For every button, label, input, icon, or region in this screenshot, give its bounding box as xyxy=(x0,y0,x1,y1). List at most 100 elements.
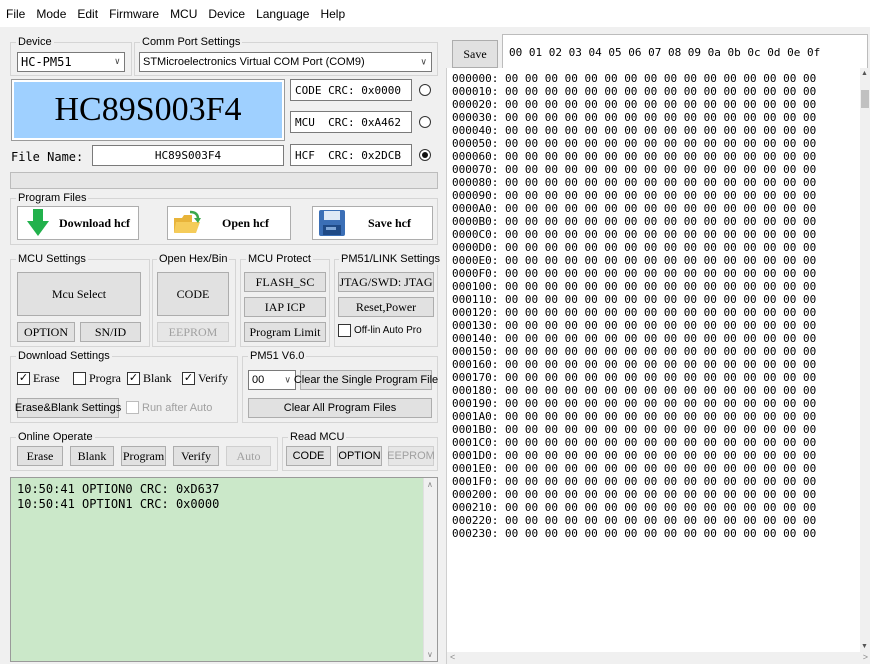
check-icon: ✓ xyxy=(182,372,195,385)
reset-power-button[interactable]: Reset,Power xyxy=(338,297,434,317)
log-scrollbar[interactable]: ∧ ∨ xyxy=(423,478,437,661)
verify-checkbox[interactable]: ✓ Verify xyxy=(182,371,228,386)
hex-save-button[interactable]: Save xyxy=(452,40,498,68)
hex-bytes: 00 00 00 00 00 00 00 00 00 00 00 00 00 0… xyxy=(498,449,817,462)
read-eeprom-button[interactable]: EEPROM xyxy=(387,446,435,466)
flash-sc-button[interactable]: FLASH_SC xyxy=(244,272,326,292)
comm-port-select[interactable]: STMicroelectronics Virtual COM Port (COM… xyxy=(139,52,432,72)
program-checkbox[interactable]: Progra xyxy=(73,371,121,386)
program-slot-select[interactable]: 00 ∨ xyxy=(248,370,296,390)
hex-address: 000010: xyxy=(452,85,499,98)
mcu-crc-box: MCU CRC: 0xA462 xyxy=(290,111,412,133)
code-crc-radio[interactable] xyxy=(419,84,431,96)
verify-checkbox-label: Verify xyxy=(198,371,228,385)
menu-mcu[interactable]: MCU xyxy=(170,7,197,21)
hex-address: 000120: xyxy=(452,306,499,319)
menu-help[interactable]: Help xyxy=(320,7,345,21)
hex-address: 0001D0: xyxy=(452,449,499,462)
online-blank-button[interactable]: Blank xyxy=(70,446,114,466)
device-select[interactable]: HC-PM51 ∨ xyxy=(17,52,125,72)
download-settings-label: Download Settings xyxy=(16,350,112,362)
hex-address: 000110: xyxy=(452,293,499,306)
menu-edit[interactable]: Edit xyxy=(77,7,98,21)
program-limit-button[interactable]: Program Limit xyxy=(244,322,326,342)
hex-bytes: 00 00 00 00 00 00 00 00 00 00 00 00 00 0… xyxy=(498,163,817,176)
menu-language[interactable]: Language xyxy=(256,7,309,21)
read-mcu-label: Read MCU xyxy=(288,431,347,443)
erase-blank-settings-button[interactable]: Erase&Blank Settings xyxy=(15,398,121,418)
hex-row: 000150: 00 00 00 00 00 00 00 00 00 00 00… xyxy=(452,345,816,358)
hex-column-header: 00 01 02 03 04 05 06 07 08 09 0a 0b 0c 0… xyxy=(502,34,868,70)
hex-row: 000050: 00 00 00 00 00 00 00 00 00 00 00… xyxy=(452,137,816,150)
iap-icp-button[interactable]: IAP ICP xyxy=(244,297,326,317)
read-code-button[interactable]: CODE xyxy=(286,446,331,466)
hex-row: 000200: 00 00 00 00 00 00 00 00 00 00 00… xyxy=(452,488,816,501)
download-hcf-label: Download hcf xyxy=(59,215,131,230)
hex-bytes: 00 00 00 00 00 00 00 00 00 00 00 00 00 0… xyxy=(498,98,817,111)
download-arrow-icon xyxy=(27,209,49,236)
read-option-button[interactable]: OPTION xyxy=(337,446,382,466)
hex-bytes: 00 00 00 00 00 00 00 00 00 00 00 00 00 0… xyxy=(498,215,817,228)
menu-device[interactable]: Device xyxy=(208,7,245,21)
hex-horizontal-scrollbar[interactable]: < > xyxy=(447,652,870,664)
online-program-button[interactable]: Program xyxy=(121,446,166,466)
device-select-value: HC-PM51 xyxy=(21,55,72,69)
code-crc-text: CODE CRC: 0x0000 xyxy=(295,83,401,97)
hex-bytes: 00 00 00 00 00 00 00 00 00 00 00 00 00 0… xyxy=(498,111,817,124)
hex-view[interactable]: 000000: 00 00 00 00 00 00 00 00 00 00 00… xyxy=(446,68,870,664)
hex-address: 000020: xyxy=(452,98,499,111)
run-after-auto-checkbox[interactable]: Run after Auto xyxy=(126,401,212,414)
clear-all-programs-button[interactable]: Clear All Program Files xyxy=(248,398,432,418)
hex-row: 000180: 00 00 00 00 00 00 00 00 00 00 00… xyxy=(452,384,816,397)
hex-bytes: 00 00 00 00 00 00 00 00 00 00 00 00 00 0… xyxy=(498,332,817,345)
menu-mode[interactable]: Mode xyxy=(36,7,66,21)
hex-address: 0000A0: xyxy=(452,202,499,215)
hex-address: 0001C0: xyxy=(452,436,499,449)
chip-name-display: HC89S003F4 xyxy=(11,79,285,141)
hex-vertical-scrollbar[interactable]: ▲ ▼ xyxy=(860,68,870,652)
hex-address: 0001E0: xyxy=(452,462,499,475)
download-hcf-button[interactable]: Download hcf xyxy=(17,206,139,240)
hex-row: 000000: 00 00 00 00 00 00 00 00 00 00 00… xyxy=(452,72,816,85)
option-button[interactable]: OPTION xyxy=(17,322,75,342)
hex-bytes: 00 00 00 00 00 00 00 00 00 00 00 00 00 0… xyxy=(498,267,817,280)
online-auto-button[interactable]: Auto xyxy=(226,446,271,466)
mcu-protect-label: MCU Protect xyxy=(246,253,313,265)
check-icon: ✓ xyxy=(17,372,30,385)
hex-address: 000030: xyxy=(452,111,499,124)
open-code-button[interactable]: CODE xyxy=(157,272,229,316)
menu-file[interactable]: File xyxy=(6,7,25,21)
hex-address: 000130: xyxy=(452,319,499,332)
erase-checkbox[interactable]: ✓ Erase xyxy=(17,371,60,386)
scroll-right-icon: > xyxy=(862,652,868,662)
hcf-crc-radio[interactable] xyxy=(419,149,431,161)
save-hcf-label: Save hcf xyxy=(368,215,411,230)
scroll-thumb[interactable] xyxy=(861,90,869,108)
chip-name: HC89S003F4 xyxy=(54,91,242,128)
hex-address: 0000B0: xyxy=(452,215,499,228)
blank-checkbox[interactable]: ✓ Blank xyxy=(127,371,172,386)
hex-row: 000210: 00 00 00 00 00 00 00 00 00 00 00… xyxy=(452,501,816,514)
mcu-crc-radio[interactable] xyxy=(419,116,431,128)
hex-address: 0000C0: xyxy=(452,228,499,241)
open-hcf-button[interactable]: Open hcf xyxy=(167,206,291,240)
log-area[interactable]: 10:50:41 OPTION0 CRC: 0xD637 10:50:41 OP… xyxy=(10,477,438,662)
save-hcf-button[interactable]: Save hcf xyxy=(312,206,433,240)
hex-address: 000180: xyxy=(452,384,499,397)
hex-row: 0001A0: 00 00 00 00 00 00 00 00 00 00 00… xyxy=(452,410,816,423)
hex-row: 000020: 00 00 00 00 00 00 00 00 00 00 00… xyxy=(452,98,816,111)
online-erase-button[interactable]: Erase xyxy=(17,446,63,466)
offline-auto-pro-checkbox[interactable]: Off-lin Auto Pro xyxy=(338,324,422,337)
hex-row: 000040: 00 00 00 00 00 00 00 00 00 00 00… xyxy=(452,124,816,137)
online-verify-button[interactable]: Verify xyxy=(173,446,219,466)
hex-bytes: 00 00 00 00 00 00 00 00 00 00 00 00 00 0… xyxy=(498,371,817,384)
clear-single-program-button[interactable]: Clear the Single Program File xyxy=(294,370,438,390)
jtag-swd-button[interactable]: JTAG/SWD: JTAG xyxy=(338,272,434,292)
hex-row: 0000E0: 00 00 00 00 00 00 00 00 00 00 00… xyxy=(452,254,816,267)
file-name-field[interactable]: HC89S003F4 xyxy=(92,145,284,166)
mcu-select-button[interactable]: Mcu Select xyxy=(17,272,141,316)
program-checkbox-label: Progra xyxy=(89,371,121,385)
menu-firmware[interactable]: Firmware xyxy=(109,7,159,21)
sn-id-button[interactable]: SN/ID xyxy=(80,322,141,342)
open-eeprom-button[interactable]: EEPROM xyxy=(157,322,229,342)
